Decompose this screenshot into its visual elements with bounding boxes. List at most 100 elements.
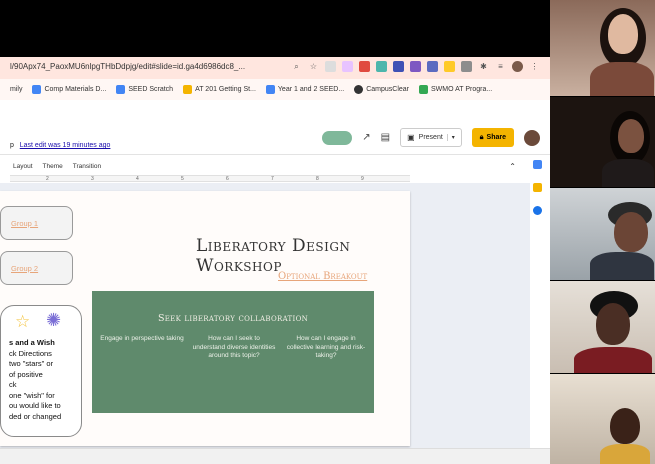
slides-toolbar: Layout Theme Transition ⌃ — [0, 157, 530, 175]
docs-icon — [116, 85, 126, 94]
star-icon[interactable]: ☆ — [308, 61, 319, 72]
bookmark-label: Comp Materials D... — [44, 86, 107, 93]
bookmark-label: Year 1 and 2 SEED... — [277, 86, 345, 93]
last-edit-link[interactable]: Last edit was 19 minutes ago — [20, 142, 111, 149]
breakout-link[interactable]: Optional Breakout — [278, 271, 367, 282]
slide-canvas: Group 1 Group 2 Liberatory Design Worksh… — [0, 183, 530, 448]
search-icon[interactable]: ⌕ — [291, 61, 302, 72]
group-2-box[interactable]: Group 2 — [0, 251, 73, 285]
queue-icon[interactable]: ≡ — [495, 61, 506, 72]
card-line: of positive — [9, 369, 43, 379]
participant-video[interactable] — [550, 374, 655, 464]
keep-icon[interactable] — [533, 183, 542, 192]
video-call-window: l/90Apx74_PaoxMU6nlpgTHbDdpjg/edit#slide… — [0, 0, 655, 464]
collab-column: Engage in perspective taking — [100, 335, 184, 342]
bookmark-label: AT 201 Getting St... — [195, 86, 256, 93]
calendar-icon[interactable] — [533, 160, 542, 169]
card-line: two "stars" or — [9, 359, 54, 368]
ruler-tick: 4 — [136, 176, 139, 182]
present-label: Present — [418, 134, 443, 141]
ruler-tick: 6 — [226, 176, 229, 182]
bookmark[interactable]: AT 201 Getting St... — [183, 85, 256, 94]
slides-icon — [183, 85, 193, 94]
bookmark[interactable]: SEED Scratch — [116, 85, 173, 94]
ruler-tick: 2 — [46, 176, 49, 182]
card-line: s and a Wish — [9, 338, 55, 347]
star-wish-text: s and a Wish ck Directions two "stars" o… — [9, 338, 61, 422]
bookmark[interactable]: Year 1 and 2 SEED... — [265, 85, 345, 94]
activity-icon[interactable]: ↗ — [362, 132, 370, 143]
star-wish-card: ☆ ✺ s and a Wish ck Directions two "star… — [0, 305, 82, 437]
extension-icon[interactable] — [393, 61, 404, 72]
group-2-link[interactable]: Group 2 — [11, 264, 38, 273]
last-edit-info: p Last edit was 19 minutes ago — [10, 142, 110, 149]
extension-icon[interactable] — [359, 61, 370, 72]
shared-screen: l/90Apx74_PaoxMU6nlpgTHbDdpjg/edit#slide… — [0, 0, 550, 464]
toolbar-transition[interactable]: Transition — [73, 163, 101, 170]
url-text[interactable]: l/90Apx74_PaoxMU6nlpgTHbDdpjg/edit#slide… — [10, 62, 245, 71]
filmstrip-bottom — [0, 448, 550, 464]
puzzle-icon[interactable]: ✱ — [478, 61, 489, 72]
tasks-icon[interactable] — [533, 206, 542, 215]
docs-icon — [265, 85, 275, 94]
card-line: ded or changed — [9, 411, 62, 421]
bookmark[interactable]: SWMO AT Progra... — [419, 85, 492, 94]
ruler-tick: 7 — [271, 176, 274, 182]
participant-video[interactable] — [550, 0, 655, 96]
address-bar[interactable]: l/90Apx74_PaoxMU6nlpgTHbDdpjg/edit#slide… — [0, 57, 550, 79]
slide-title: Liberatory Design Workshop — [196, 236, 351, 276]
docs-icon — [32, 85, 42, 94]
extension-icon[interactable] — [342, 61, 353, 72]
extension-icon[interactable] — [325, 61, 336, 72]
extension-icon[interactable] — [410, 61, 421, 72]
browser-extension-icons: ⌕ ☆ ✱ ≡ ⋮ — [291, 61, 540, 72]
extension-icon[interactable] — [461, 61, 472, 72]
collab-column: How can I engage in collective learning … — [286, 335, 366, 359]
participant-tiles — [550, 0, 655, 464]
sparkle-icon: ✺ — [46, 310, 62, 330]
card-line: ck Directions — [9, 348, 52, 358]
account-avatar[interactable] — [524, 129, 540, 146]
card-line: ck — [9, 380, 17, 389]
comment-icon[interactable]: ▤ — [381, 132, 390, 143]
ruler-tick: 3 — [91, 176, 94, 182]
bookmark-label: SEED Scratch — [128, 86, 174, 93]
participant-video[interactable] — [550, 281, 655, 373]
group-1-box[interactable]: Group 1 — [0, 206, 73, 240]
collab-column: How can I seek to understand diverse ide… — [192, 335, 276, 359]
toolbar-theme[interactable]: Theme — [43, 163, 63, 170]
share-button[interactable]: 🔒︎ Share — [471, 128, 514, 147]
ruler-tick: 5 — [181, 176, 184, 182]
side-panel-icons — [525, 160, 550, 215]
bookmark-label: CampusClear — [366, 86, 409, 93]
menu-kebab-icon[interactable]: ⋮ — [529, 61, 540, 72]
present-button[interactable]: ▣ Present ▾ — [400, 128, 462, 147]
doc-title-fragment[interactable]: p — [10, 142, 14, 149]
campusclear-icon — [354, 85, 364, 94]
bookmark[interactable]: Comp Materials D... — [32, 85, 106, 94]
bookmark[interactable]: CampusClear — [354, 85, 409, 94]
bookmark-label: SWMO AT Progra... — [431, 86, 493, 93]
participant-video[interactable] — [550, 188, 655, 280]
bookmarks-bar: mily Comp Materials D... SEED Scratch AT… — [0, 79, 550, 100]
bookmark-label: mily — [10, 86, 23, 93]
browser-chrome: l/90Apx74_PaoxMU6nlpgTHbDdpjg/edit#slide… — [0, 57, 550, 100]
group-1-link[interactable]: Group 1 — [11, 219, 38, 228]
ruler-tick: 8 — [316, 176, 319, 182]
extension-icon[interactable] — [376, 61, 387, 72]
participant-video[interactable] — [550, 97, 655, 187]
profile-avatar[interactable] — [512, 61, 523, 72]
star-icon: ☆ — [15, 312, 31, 331]
toolbar-layout[interactable]: Layout — [13, 163, 33, 170]
card-line: ou would like to — [9, 401, 61, 410]
slide[interactable]: Group 1 Group 2 Liberatory Design Worksh… — [0, 191, 410, 446]
present-icon: ▣ — [407, 133, 415, 142]
extension-icon[interactable] — [427, 61, 438, 72]
ruler: 2 3 4 5 6 7 8 9 — [10, 175, 410, 182]
extension-icon[interactable] — [444, 61, 455, 72]
collapse-icon[interactable]: ⌃ — [509, 162, 516, 171]
meet-icon[interactable] — [322, 130, 353, 145]
chevron-down-icon[interactable]: ▾ — [446, 134, 455, 141]
bookmark[interactable]: mily — [10, 86, 22, 93]
shared-screen-black-area — [0, 0, 550, 57]
